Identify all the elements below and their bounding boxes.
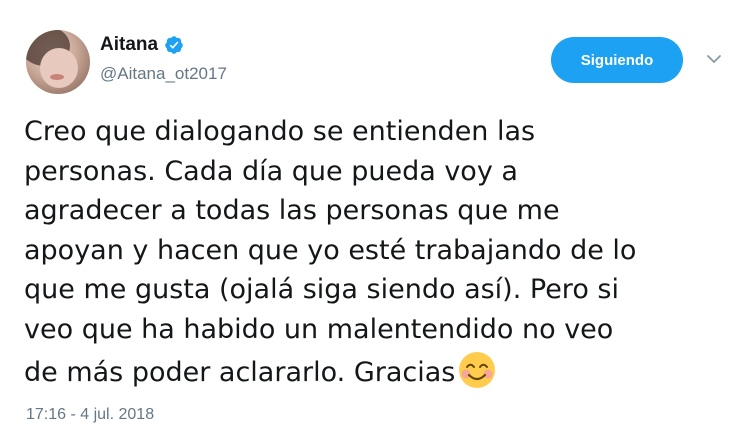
tweet-card: Aitana @Aitana_ot2017 Siguiendo Creo que…	[0, 0, 754, 443]
tweet-timestamp[interactable]: 17:16 - 4 jul. 2018	[26, 405, 154, 425]
author-handle[interactable]: @Aitana_ot2017	[100, 63, 227, 85]
verified-badge-icon	[165, 36, 183, 54]
avatar[interactable]	[26, 30, 90, 94]
tweet-text-content: Creo que dialogando se entienden las per…	[24, 116, 637, 388]
author-display-name[interactable]: Aitana	[100, 33, 158, 57]
avatar-face	[40, 48, 78, 88]
author-name-row: Aitana	[100, 33, 184, 57]
chevron-down-icon[interactable]	[705, 52, 723, 66]
avatar-lips	[50, 74, 64, 80]
smiling-face-emoji-icon	[459, 351, 496, 388]
following-button[interactable]: Siguiendo	[551, 37, 683, 83]
tweet-text: Creo que dialogando se entienden las per…	[24, 112, 744, 392]
